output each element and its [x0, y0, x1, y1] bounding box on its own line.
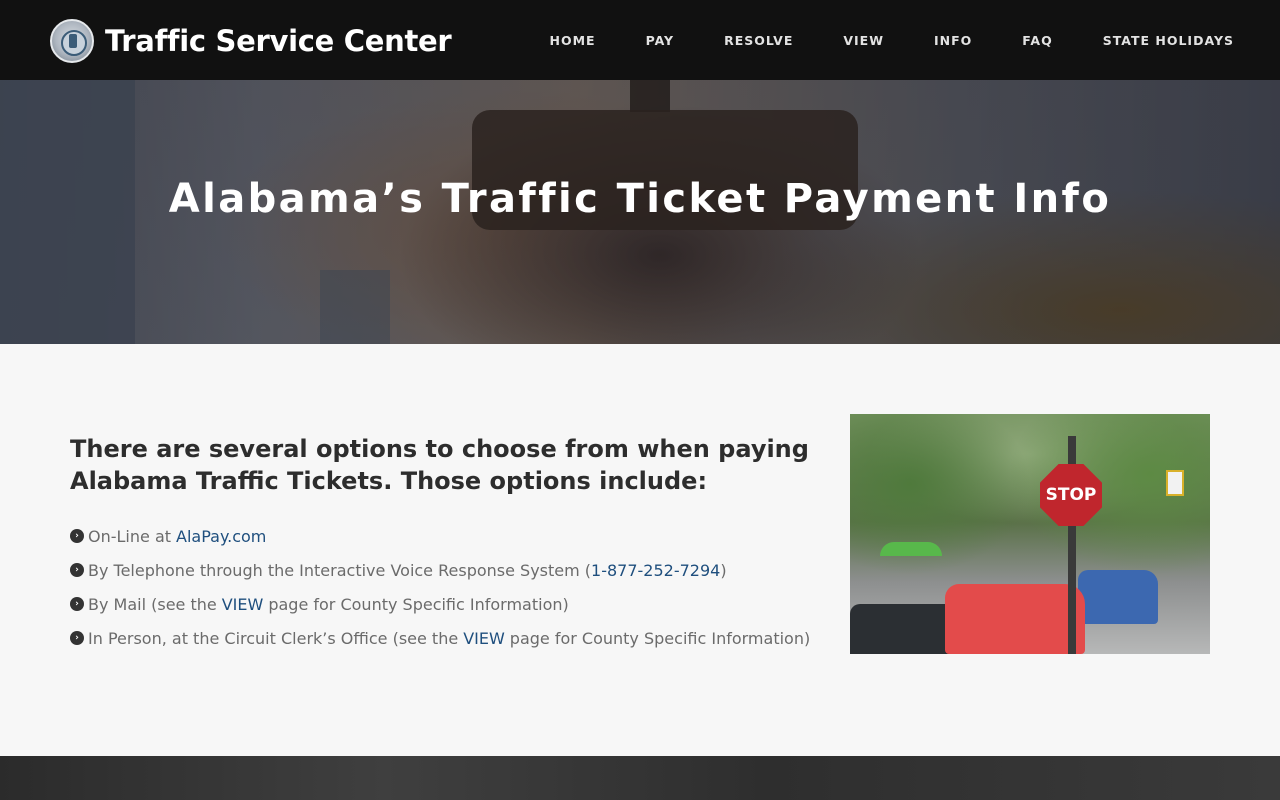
option-text-suffix: page for County Specific Information) [268, 594, 569, 614]
hero-building-distant [320, 270, 390, 344]
chevron-circle-right-icon: › [70, 597, 84, 611]
photo-umbrella [880, 542, 942, 556]
list-item: › By Mail (see the VIEW page for County … [70, 587, 830, 621]
main-nav: HOME PAY RESOLVE VIEW INFO FAQ STATE HOL… [549, 0, 1234, 80]
main-content: There are several options to choose from… [0, 344, 1280, 756]
chevron-circle-right-icon: › [70, 529, 84, 543]
hero-mirror-mount [630, 80, 670, 112]
site-title[interactable]: Traffic Service Center [105, 24, 452, 58]
footer-banner [0, 756, 1280, 800]
phone-link[interactable]: 1-877-252-7294 [591, 561, 720, 580]
option-text-suffix: page for County Specific Information) [509, 628, 811, 648]
nav-pay[interactable]: PAY [646, 33, 675, 48]
list-item: › On-Line at AlaPay.com [70, 519, 830, 553]
nav-info[interactable]: INFO [934, 33, 972, 48]
stop-sign-photo: STOP [850, 414, 1210, 654]
chevron-circle-right-icon: › [70, 563, 84, 577]
chevron-circle-right-icon: › [70, 631, 84, 645]
intro-heading: There are several options to choose from… [70, 435, 809, 495]
nav-resolve[interactable]: RESOLVE [724, 33, 793, 48]
option-text: On-Line at [88, 526, 172, 546]
payment-options-list: › On-Line at AlaPay.com › By Telephone t… [70, 519, 830, 655]
option-text: By Telephone through the Interactive Voi… [88, 560, 592, 580]
nav-home[interactable]: HOME [549, 33, 595, 48]
site-header: Traffic Service Center HOME PAY RESOLVE … [0, 0, 1280, 80]
view-page-link[interactable]: VIEW [222, 595, 264, 614]
hero-banner: Alabama’s Traffic Ticket Payment Info [0, 80, 1280, 344]
nav-view[interactable]: VIEW [843, 33, 884, 48]
option-text-suffix: ) [720, 560, 727, 580]
option-text: By Mail (see the [88, 594, 217, 614]
alapay-link[interactable]: AlaPay.com [176, 527, 266, 546]
option-text: In Person, at the Circuit Clerk’s Office… [88, 628, 459, 648]
photo-parking-sign [1166, 470, 1184, 496]
photo-blue-car [1078, 570, 1158, 624]
site-logo[interactable]: Traffic Service Center [50, 19, 452, 63]
list-item: › In Person, at the Circuit Clerk’s Offi… [70, 621, 830, 655]
state-seal-icon[interactable] [50, 19, 94, 63]
nav-state-holidays[interactable]: STATE HOLIDAYS [1103, 33, 1234, 48]
photo-red-car [945, 584, 1085, 654]
nav-faq[interactable]: FAQ [1022, 33, 1052, 48]
page-title: Alabama’s Traffic Ticket Payment Info [168, 176, 1112, 222]
photo-stop-sign: STOP [1040, 464, 1102, 526]
view-page-link[interactable]: VIEW [463, 629, 505, 648]
list-item: › By Telephone through the Interactive V… [70, 553, 830, 587]
